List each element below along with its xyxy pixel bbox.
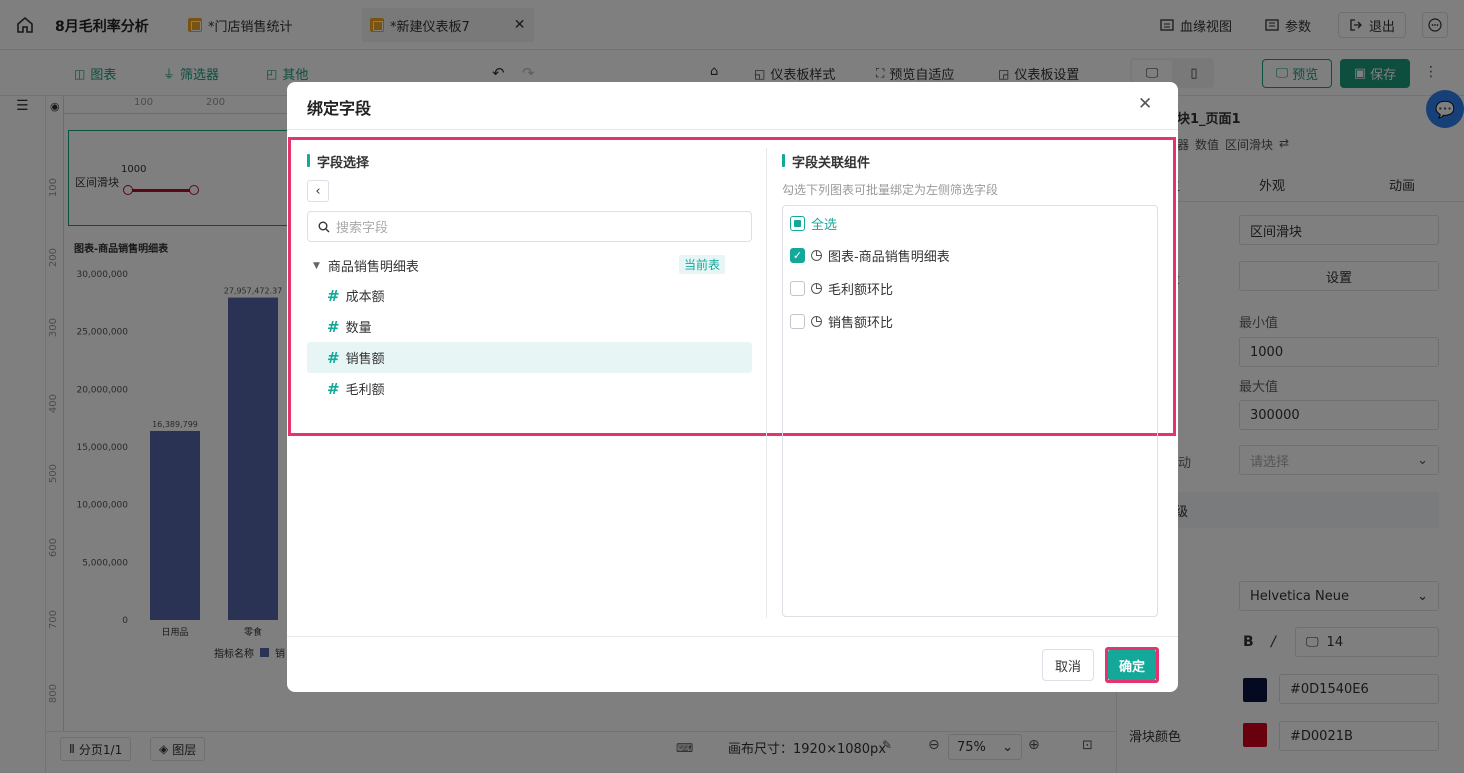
- back-icon[interactable]: ‹: [307, 180, 329, 202]
- field-item-sales[interactable]: # 销售额: [307, 342, 752, 373]
- select-all-checkbox[interactable]: 全选: [790, 214, 837, 233]
- checkbox-unchecked: [790, 314, 805, 329]
- number-field-icon: #: [327, 348, 340, 367]
- field-item-quantity[interactable]: # 数量: [307, 311, 752, 342]
- pie-chart-icon: [811, 283, 822, 294]
- column-divider: [766, 148, 767, 618]
- pie-chart-icon: [811, 316, 822, 327]
- linked-components-hint: 勾选下列图表可批量绑定为左侧筛选字段: [782, 183, 999, 197]
- components-list: [782, 205, 1158, 617]
- current-table-badge: 当前表: [679, 255, 726, 274]
- confirm-button[interactable]: 确定: [1108, 650, 1156, 680]
- bind-field-dialog: 绑定字段 ✕ 字段选择 ‹ 搜索字段 ▼ 商品销售明细表 当前表 # 成本额 # 数…: [287, 82, 1178, 692]
- app-window: 8月毛利率分析 *门店销售统计 *新建仪表板7 ✕ 血缘视图 参数 退出 ⊕ ☰: [0, 0, 1464, 773]
- number-field-icon: #: [327, 379, 340, 398]
- close-icon[interactable]: ✕: [1138, 94, 1152, 114]
- field-select-title: 字段选择: [307, 152, 369, 171]
- pie-chart-icon: [811, 250, 822, 261]
- component-checkbox-sales-mom[interactable]: 销售额环比: [790, 312, 893, 331]
- search-placeholder: 搜索字段: [336, 221, 389, 236]
- checkbox-unchecked: [790, 281, 805, 296]
- field-label: 数量: [345, 321, 372, 336]
- table-tree-node[interactable]: ▼ 商品销售明细表: [313, 256, 419, 275]
- field-label: 销售额: [345, 352, 385, 367]
- field-item-cost[interactable]: # 成本额: [307, 280, 752, 311]
- number-field-icon: #: [327, 286, 340, 305]
- dialog-header: 绑定字段 ✕: [287, 82, 1178, 130]
- field-label: 成本额: [345, 290, 385, 305]
- number-field-icon: #: [327, 317, 340, 336]
- linked-components-title: 字段关联组件: [782, 152, 870, 171]
- select-all-label: 全选: [811, 218, 838, 233]
- component-checkbox-sales-detail[interactable]: ✓ 图表-商品销售明细表: [790, 246, 950, 265]
- component-checkbox-gross-profit-mom[interactable]: 毛利额环比: [790, 279, 893, 298]
- dialog-footer: 取消 确定: [287, 636, 1178, 692]
- field-item-gross-profit[interactable]: # 毛利额: [307, 373, 752, 404]
- field-label: 毛利额: [345, 383, 385, 398]
- search-icon: [318, 221, 330, 232]
- field-search-input[interactable]: 搜索字段: [307, 211, 752, 242]
- component-label: 图表-商品销售明细表: [828, 250, 950, 265]
- table-name: 商品销售明细表: [327, 260, 419, 275]
- dialog-title: 绑定字段: [307, 99, 372, 118]
- checkbox-indeterminate: [790, 216, 805, 231]
- caret-down-icon: ▼: [313, 260, 320, 271]
- cancel-button[interactable]: 取消: [1042, 649, 1094, 681]
- checkbox-checked: ✓: [790, 248, 805, 263]
- component-label: 毛利额环比: [828, 283, 894, 298]
- component-label: 销售额环比: [828, 316, 894, 331]
